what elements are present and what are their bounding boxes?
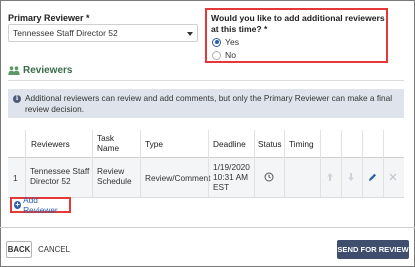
header-task-line2: Name	[97, 143, 120, 153]
info-text: Additional reviewers can review and add …	[25, 93, 393, 114]
edit-pencil-icon[interactable]	[368, 172, 377, 182]
column-divider	[284, 130, 285, 198]
deadline-timezone: EST	[213, 182, 230, 192]
move-down-icon[interactable]	[347, 172, 355, 182]
radio-yes-label: Yes	[225, 37, 240, 47]
add-reviewer-button[interactable]: + Add Reviewer	[10, 195, 71, 215]
radio-no-label: No	[225, 50, 236, 60]
column-divider	[254, 130, 255, 198]
row-index: 1	[13, 173, 18, 183]
cancel-button[interactable]: CANCEL	[37, 241, 71, 258]
header-timing: Timing	[289, 139, 314, 149]
move-up-icon[interactable]	[326, 172, 334, 182]
radio-no-icon[interactable]	[212, 50, 221, 60]
radio-yes-icon[interactable]	[212, 37, 221, 47]
table-row: 1 Tennessee Staff Director 52 Review Sch…	[8, 158, 404, 198]
reviewers-title: Reviewers	[23, 65, 73, 76]
column-divider	[383, 130, 384, 198]
section-divider	[8, 80, 404, 81]
header-type: Type	[145, 139, 163, 149]
column-divider	[362, 130, 363, 198]
question-text: Would you like to add additional reviewe…	[211, 13, 385, 34]
header-status: Status	[258, 139, 282, 149]
info-icon: i	[13, 95, 21, 103]
task-name-line2: Schedule	[97, 176, 132, 186]
send-for-review-button[interactable]: SEND FOR REVIEW	[337, 240, 409, 259]
column-divider	[341, 130, 342, 198]
clock-icon	[264, 172, 274, 182]
header-reviewers: Reviewers	[31, 139, 70, 149]
table-header: Reviewers Task Name Type Deadline Status…	[8, 130, 404, 158]
primary-reviewer-value: Tennessee Staff Director 52	[13, 28, 118, 38]
footer-divider	[0, 227, 415, 228]
header-task-line1: Task	[97, 133, 115, 143]
reviewer-name-line2: Director 52	[30, 176, 71, 186]
radio-option-yes[interactable]: Yes	[212, 37, 239, 47]
review-type: Review/Comment	[145, 173, 211, 183]
column-divider	[320, 130, 321, 198]
primary-reviewer-select[interactable]: Tennessee Staff Director 52	[8, 24, 198, 42]
header-deadline: Deadline	[213, 139, 246, 149]
people-icon	[8, 66, 20, 75]
additional-reviewers-question: Would you like to add additional reviewe…	[205, 8, 388, 63]
add-reviewer-label: Add Reviewer	[23, 195, 58, 215]
column-divider	[140, 130, 141, 198]
chevron-down-icon	[187, 32, 193, 36]
back-button[interactable]: BACK	[6, 241, 32, 258]
column-divider	[25, 130, 26, 198]
reviewers-section-heading: Reviewers	[8, 65, 72, 76]
column-divider	[208, 130, 209, 198]
radio-option-no[interactable]: No	[212, 50, 236, 60]
remove-x-icon[interactable]	[389, 173, 397, 181]
plus-circle-icon: +	[14, 200, 22, 209]
deadline-time: 10:31 AM	[213, 172, 249, 182]
primary-reviewer-label: Primary Reviewer *	[8, 13, 90, 23]
deadline-date: 1/19/2020	[213, 162, 250, 172]
reviewer-name-line1: Tennessee Staff	[30, 166, 90, 176]
column-divider	[92, 130, 93, 198]
info-banner: i Additional reviewers can review and ad…	[8, 89, 404, 118]
task-name-line1: Review	[97, 166, 125, 176]
